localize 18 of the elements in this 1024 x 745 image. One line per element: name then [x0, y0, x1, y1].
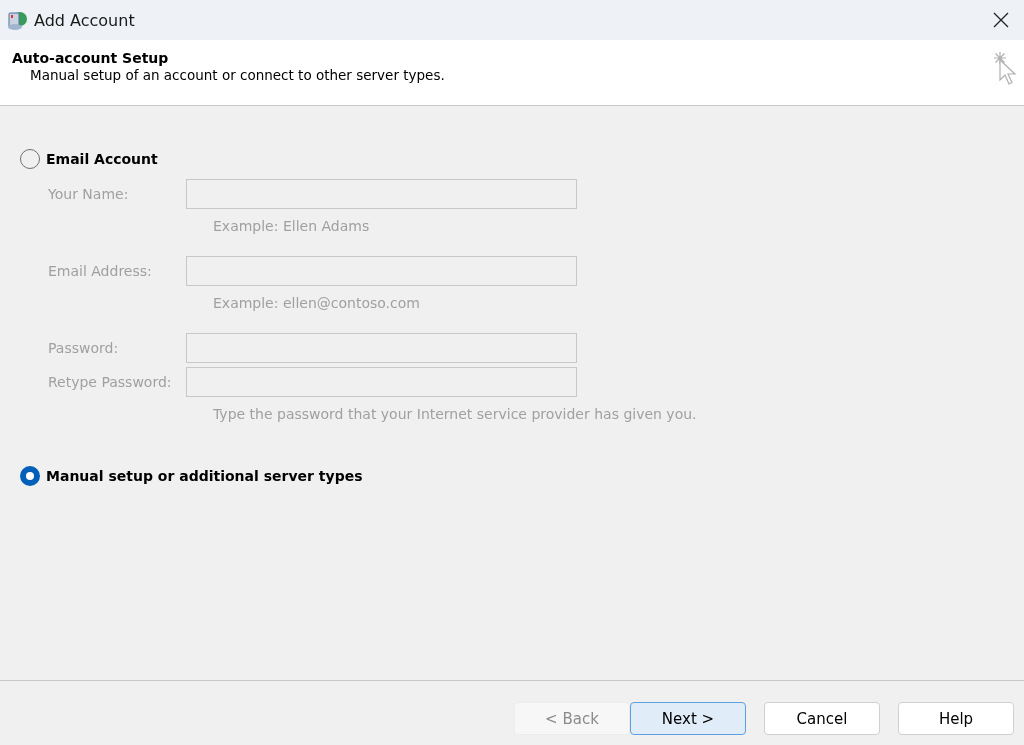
- dialog-button[interactable]: Cancel: [764, 702, 880, 735]
- field-label: Retype Password:: [48, 374, 173, 390]
- radio-option[interactable]: Manual setup or additional server types: [20, 464, 363, 488]
- field-hint: Type the password that your Internet service provider has given you.: [212, 405, 697, 424]
- window-title: Add Account: [34, 10, 136, 30]
- field-label: Password:: [48, 340, 120, 356]
- default-button[interactable]: Next >: [630, 702, 746, 735]
- app-icon: [6, 9, 28, 31]
- field-hint: Example: ellen@contoso.com: [212, 294, 420, 313]
- field-label: Email Address:: [48, 263, 153, 279]
- close-icon: [993, 12, 1009, 28]
- radio-icon[interactable]: [20, 466, 40, 486]
- header-title: Auto-account Setup: [12, 50, 170, 66]
- field-hint: Example: Ellen Adams: [212, 217, 370, 236]
- radio-option[interactable]: Email Account: [20, 147, 158, 171]
- dialog-button[interactable]: Help: [898, 702, 1014, 735]
- field-label: Your Name:: [48, 186, 130, 202]
- header-subtitle: Manual setup of an account or connect to other server types.: [29, 67, 445, 83]
